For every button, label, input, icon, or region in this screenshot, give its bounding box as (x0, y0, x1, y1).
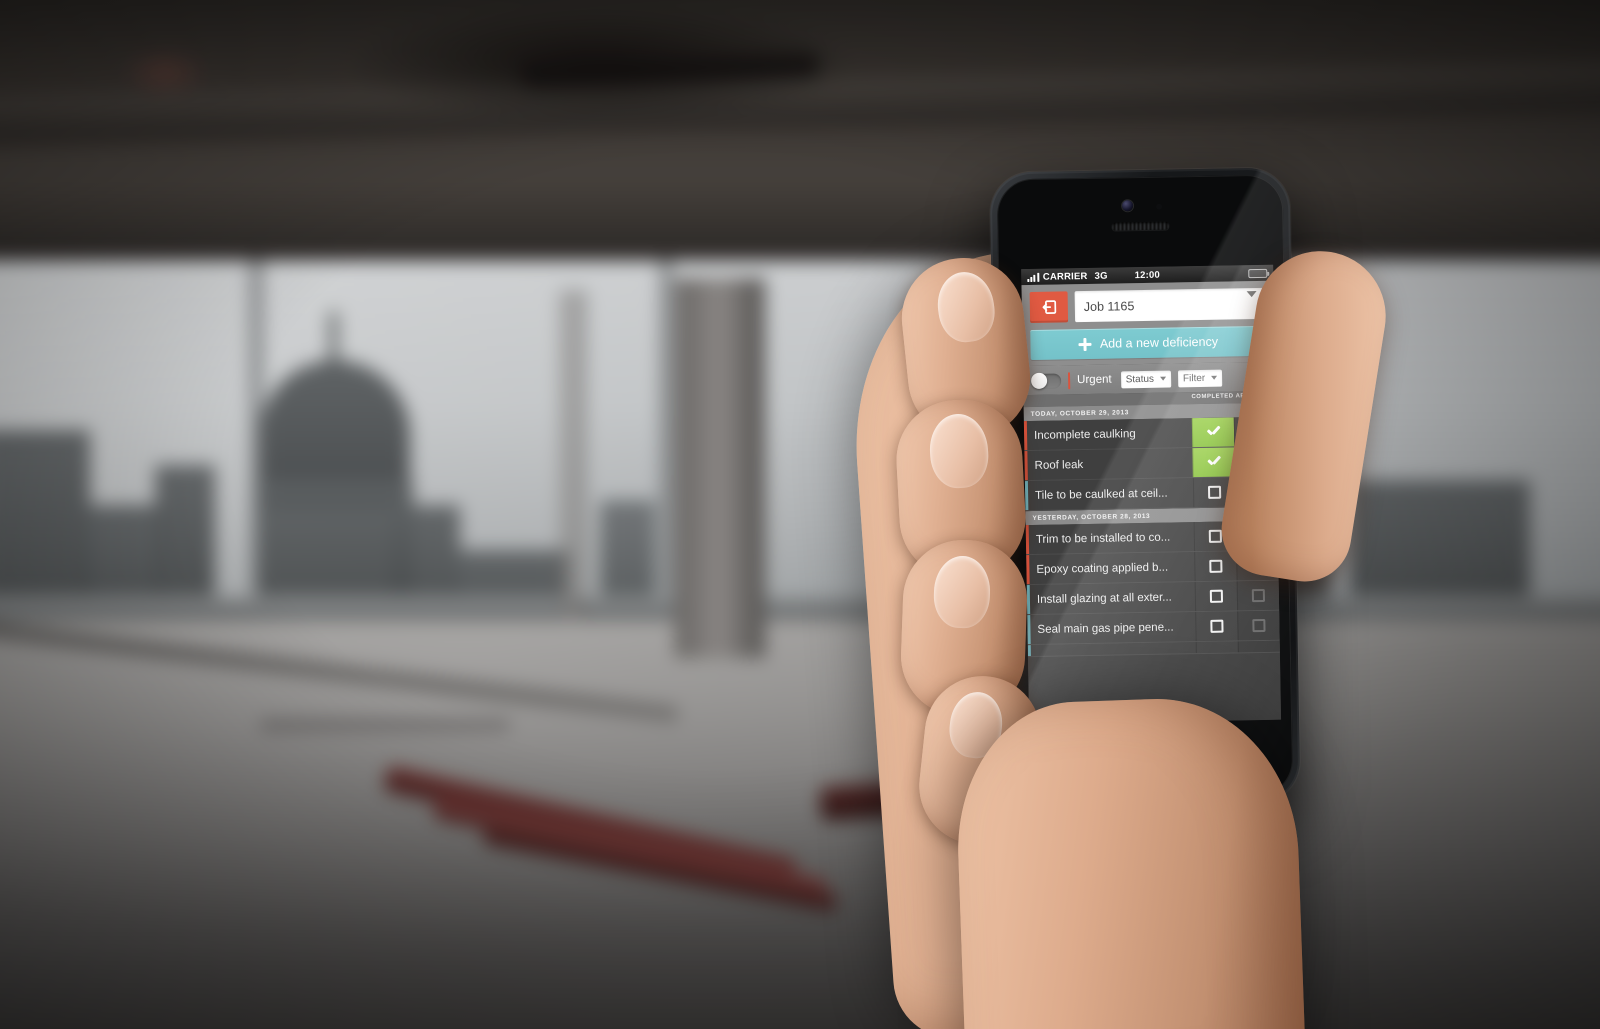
chevron-down-icon (1211, 375, 1218, 380)
checkbox-icon (1209, 589, 1224, 603)
plus-icon (1079, 337, 1092, 350)
urgent-label: Urgent (1077, 373, 1112, 387)
urgent-toggle[interactable] (1030, 372, 1062, 389)
checkbox-icon (1208, 529, 1222, 543)
job-selector[interactable]: Job 1165 (1074, 287, 1267, 323)
background-photo (0, 0, 1600, 1029)
completed-cell[interactable] (1191, 417, 1235, 448)
chevron-down-icon (1159, 376, 1167, 381)
filter-select[interactable]: Filter (1177, 369, 1223, 387)
list-item-title: Tile to be caulked at ceil... (1035, 487, 1168, 502)
logout-icon (1042, 300, 1056, 314)
status-select[interactable]: Status (1120, 370, 1172, 388)
completed-cell[interactable] (1195, 611, 1238, 642)
checkbox-icon (1207, 485, 1222, 499)
earpiece-speaker-icon (1111, 221, 1170, 231)
concrete-floor (0, 620, 1600, 989)
filter-select-value: Filter (1182, 372, 1206, 384)
list-item-title: Epoxy coating applied b... (1036, 561, 1169, 576)
approved-cell[interactable] (1236, 580, 1280, 611)
checkbox-icon (1252, 618, 1266, 633)
status-select-value: Status (1125, 373, 1155, 385)
list-item-title: Seal main gas pipe pene... (1037, 621, 1174, 636)
checkbox-icon (1210, 619, 1224, 633)
completed-cell[interactable] (1195, 641, 1238, 654)
checkbox-icon (1209, 559, 1223, 573)
approved-cell[interactable] (1237, 640, 1280, 653)
filter-bar: Urgent Status Filter (1022, 361, 1276, 396)
column-header-completed: COMPLETED (1191, 392, 1234, 400)
completed-cell[interactable] (1192, 447, 1235, 478)
divider (1067, 371, 1071, 389)
urgent-toggle-knob (1030, 372, 1048, 389)
list-item-title: Install glazing at all exter... (1036, 591, 1172, 606)
app-topbar: Job 1165 Add a new deficiency (1021, 280, 1275, 367)
add-deficiency-label: Add a new deficiency (1099, 334, 1219, 351)
approved-cell[interactable] (1237, 610, 1280, 641)
list-item-title: Trim to be installed to co... (1035, 531, 1171, 546)
list-item-title: Incomplete caulking (1033, 427, 1136, 442)
status-bar-time: 12:00 (1134, 269, 1161, 281)
battery-icon (1248, 268, 1268, 278)
completed-cell[interactable] (1194, 581, 1238, 612)
list-item[interactable]: Install glazing at all exter... (1026, 580, 1280, 616)
status-bar-carrier: CARRIER (1042, 270, 1088, 283)
add-deficiency-button[interactable]: Add a new deficiency (1030, 325, 1267, 360)
checkbox-icon (1251, 588, 1266, 603)
list-item-title (1031, 642, 1196, 656)
proximity-sensor-icon (1156, 203, 1163, 210)
screenshot-stage: CARRIER 3G 12:00 Job 1165 Add a new defi… (0, 0, 1600, 1029)
list-item[interactable]: Seal main gas pipe pene... (1027, 610, 1280, 646)
checkmark-icon (1207, 458, 1220, 467)
job-selector-value: Job 1165 (1083, 298, 1135, 314)
status-bar-network: 3G (1094, 270, 1108, 282)
signal-bars-icon (1027, 272, 1039, 282)
checkmark-icon (1207, 428, 1220, 437)
logout-button[interactable] (1029, 291, 1069, 323)
list-item-title: Roof leak (1034, 458, 1084, 472)
